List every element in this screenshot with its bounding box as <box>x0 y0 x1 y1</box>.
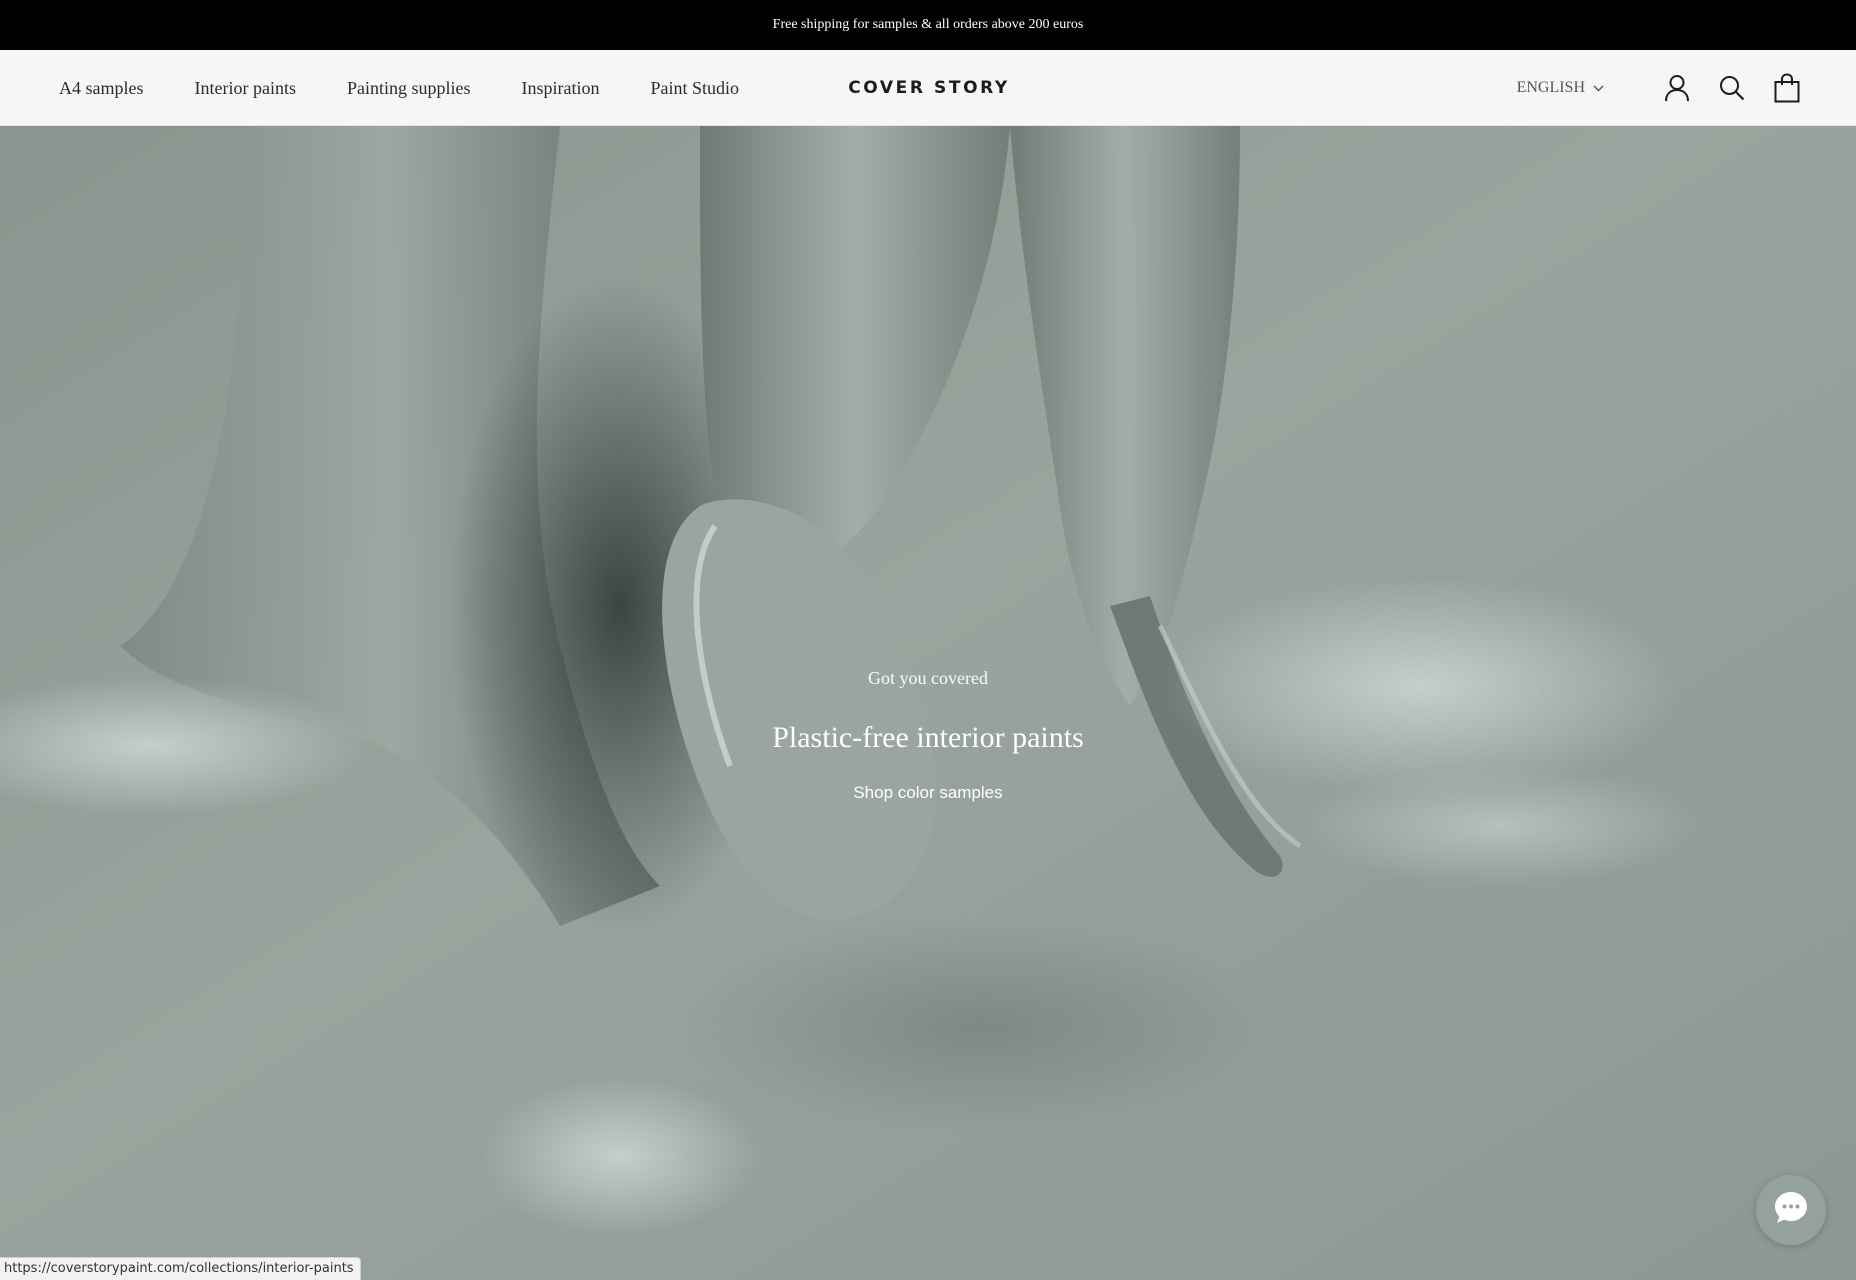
header-actions: ENGLISH <box>1517 50 1803 126</box>
user-icon <box>1664 74 1690 102</box>
search-button[interactable] <box>1716 72 1748 104</box>
main-nav: A4 samples Interior paints Painting supp… <box>59 50 739 126</box>
language-selector[interactable]: ENGLISH <box>1517 79 1604 97</box>
site-header: A4 samples Interior paints Painting supp… <box>0 50 1856 126</box>
nav-interior-paints[interactable]: Interior paints <box>195 78 296 99</box>
announcement-bar: Free shipping for samples & all orders a… <box>0 0 1856 50</box>
cart-button[interactable] <box>1771 72 1803 104</box>
announcement-text: Free shipping for samples & all orders a… <box>772 17 1084 32</box>
nav-painting-supplies[interactable]: Painting supplies <box>347 78 471 99</box>
shop-color-samples-link[interactable]: Shop color samples <box>853 783 1002 803</box>
hero-kicker: Got you covered <box>868 668 988 688</box>
shopping-bag-icon <box>1774 73 1800 103</box>
hero-content: Got you covered Plastic-free interior pa… <box>0 666 1856 803</box>
nav-inspiration[interactable]: Inspiration <box>522 78 600 99</box>
chat-bubble-icon <box>1771 1188 1811 1233</box>
chat-launcher-button[interactable] <box>1756 1175 1826 1245</box>
account-button[interactable] <box>1661 72 1693 104</box>
nav-paint-studio[interactable]: Paint Studio <box>651 78 740 99</box>
nav-a4-samples[interactable]: A4 samples <box>59 78 144 99</box>
hero-banner: Got you covered Plastic-free interior pa… <box>0 126 1856 1280</box>
language-label: ENGLISH <box>1516 79 1585 96</box>
site-logo[interactable]: COVER STORY <box>848 78 1010 98</box>
chevron-down-icon <box>1593 79 1604 97</box>
hero-title: Plastic-free interior paints <box>772 721 1084 754</box>
status-bar-url: https://coverstorypaint.com/collections/… <box>0 1257 361 1280</box>
search-icon <box>1719 75 1745 101</box>
